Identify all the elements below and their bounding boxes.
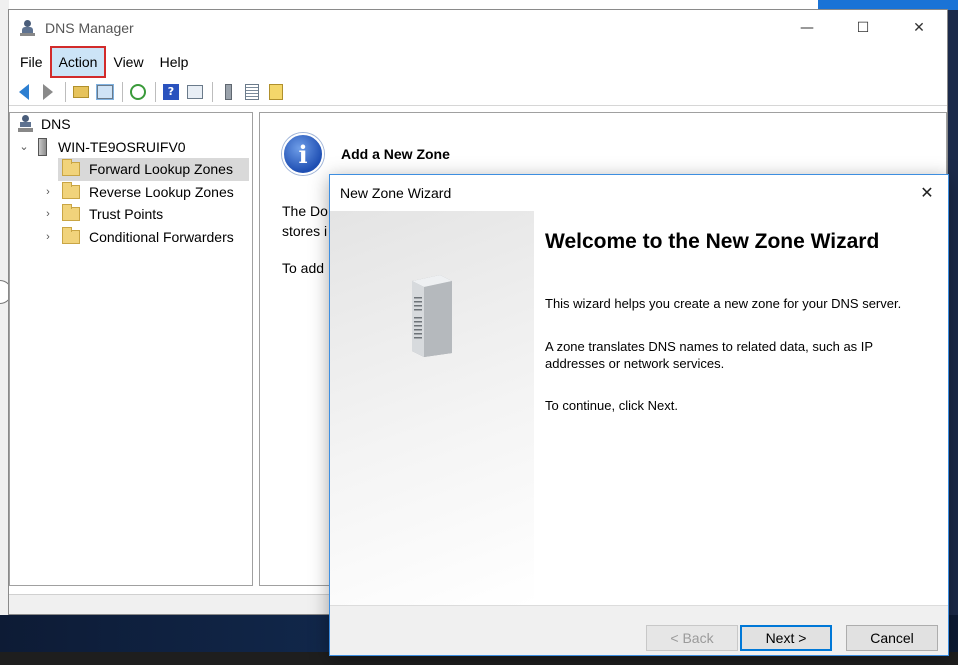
- info-text-line: To add: [282, 260, 325, 276]
- tree-item-label: Reverse Lookup Zones: [89, 183, 234, 200]
- new-zone-wizard-dialog: New Zone Wizard ✕ Welcome to the New Zon…: [329, 174, 949, 656]
- menu-help[interactable]: Help: [153, 48, 196, 76]
- folder-icon: [62, 226, 80, 244]
- list-view-button[interactable]: [241, 81, 263, 103]
- close-button[interactable]: ✕: [891, 10, 947, 46]
- server-icon: [38, 137, 47, 156]
- tree-item-label: Forward Lookup Zones: [89, 161, 233, 178]
- help-icon: ?: [163, 83, 179, 100]
- menu-view[interactable]: View: [106, 48, 150, 76]
- tree-item-trust-points[interactable]: › Trust Points: [10, 203, 252, 226]
- server-tower-icon: [412, 275, 452, 357]
- dialog-title-bar: New Zone Wizard ✕: [330, 175, 948, 211]
- toolbar-separator: [122, 81, 123, 102]
- list-icon: [245, 83, 259, 100]
- tree-item-label: WIN-TE9OSRUIFV0: [58, 138, 186, 155]
- wizard-paragraph: This wizard helps you create a new zone …: [545, 296, 902, 311]
- show-hide-console-tree-button[interactable]: [94, 81, 116, 103]
- info-title: Add a New Zone: [341, 146, 450, 162]
- properties-icon: [269, 83, 283, 100]
- expand-chevron-icon[interactable]: ›: [42, 208, 54, 220]
- info-text-line: stores i: [282, 223, 328, 239]
- wizard-heading: Welcome to the New Zone Wizard: [545, 230, 880, 253]
- window-controls: — ☐ ✕: [779, 10, 947, 46]
- back-button[interactable]: < Back: [646, 625, 738, 651]
- toolbar-separator: [65, 81, 66, 102]
- tree-item-label: Trust Points: [89, 206, 164, 223]
- back-arrow-icon: [19, 83, 29, 100]
- refresh-button[interactable]: [127, 81, 149, 103]
- dns-manager-app-icon: [19, 19, 37, 37]
- folder-up-icon: [73, 85, 89, 98]
- dialog-close-button[interactable]: ✕: [912, 175, 942, 211]
- expand-chevron-icon[interactable]: ›: [42, 186, 54, 198]
- forward-button[interactable]: [37, 81, 59, 103]
- console-tree: DNS ⌄ WIN-TE9OSRUIFV0 Forward Lookup Zon…: [9, 112, 253, 586]
- expand-chevron-icon[interactable]: ›: [42, 231, 54, 243]
- server-icon: [224, 83, 232, 100]
- action-pane-icon: [187, 84, 203, 99]
- tree-item-reverse-lookup-zones[interactable]: › Reverse Lookup Zones: [10, 181, 252, 204]
- server-properties-button[interactable]: [217, 81, 239, 103]
- next-button[interactable]: Next >: [740, 625, 832, 651]
- wizard-paragraph: A zone translates DNS names to related d…: [545, 339, 873, 371]
- tree-item-forward-lookup-zones[interactable]: Forward Lookup Zones: [10, 158, 252, 181]
- dialog-footer: < Back Next > Cancel: [330, 605, 948, 655]
- menu-action[interactable]: Action: [49, 46, 107, 78]
- cancel-button[interactable]: Cancel: [846, 625, 938, 651]
- tree-item-dns[interactable]: DNS: [10, 113, 252, 136]
- tree-item-conditional-forwarders[interactable]: › Conditional Forwarders: [10, 226, 252, 249]
- tree-item-label: DNS: [41, 116, 71, 133]
- tree-item-label: Conditional Forwarders: [89, 228, 234, 245]
- show-hide-action-pane-button[interactable]: [184, 81, 206, 103]
- folder-icon: [62, 159, 80, 177]
- toolbar: ?: [9, 78, 947, 106]
- console-tree-icon: [96, 83, 114, 100]
- properties-button[interactable]: [265, 81, 287, 103]
- wizard-banner: [330, 211, 534, 605]
- maximize-button[interactable]: ☐: [835, 10, 891, 46]
- window-title: DNS Manager: [45, 20, 134, 36]
- menu-file[interactable]: File: [13, 48, 50, 76]
- title-bar: DNS Manager — ☐ ✕: [9, 10, 947, 46]
- dns-icon: [18, 115, 34, 133]
- toolbar-separator: [155, 81, 156, 102]
- expand-chevron-icon[interactable]: [42, 163, 54, 175]
- help-button[interactable]: ?: [160, 81, 182, 103]
- dialog-body: Welcome to the New Zone Wizard This wiza…: [330, 211, 948, 605]
- back-button[interactable]: [13, 81, 35, 103]
- toolbar-separator: [212, 81, 213, 102]
- info-icon: i: [282, 133, 324, 175]
- wizard-paragraph: To continue, click Next.: [545, 398, 678, 413]
- expand-chevron-icon[interactable]: ⌄: [18, 141, 30, 153]
- info-text-line: The Do: [282, 203, 328, 219]
- folder-icon: [62, 204, 80, 222]
- up-one-level-button[interactable]: [70, 81, 92, 103]
- refresh-icon: [130, 83, 146, 100]
- minimize-button[interactable]: —: [779, 10, 835, 46]
- forward-arrow-icon: [43, 83, 53, 100]
- tree-item-server[interactable]: ⌄ WIN-TE9OSRUIFV0: [10, 136, 252, 159]
- dialog-title: New Zone Wizard: [340, 185, 452, 201]
- menu-bar: File Action View Help: [9, 46, 947, 78]
- folder-icon: [62, 181, 80, 199]
